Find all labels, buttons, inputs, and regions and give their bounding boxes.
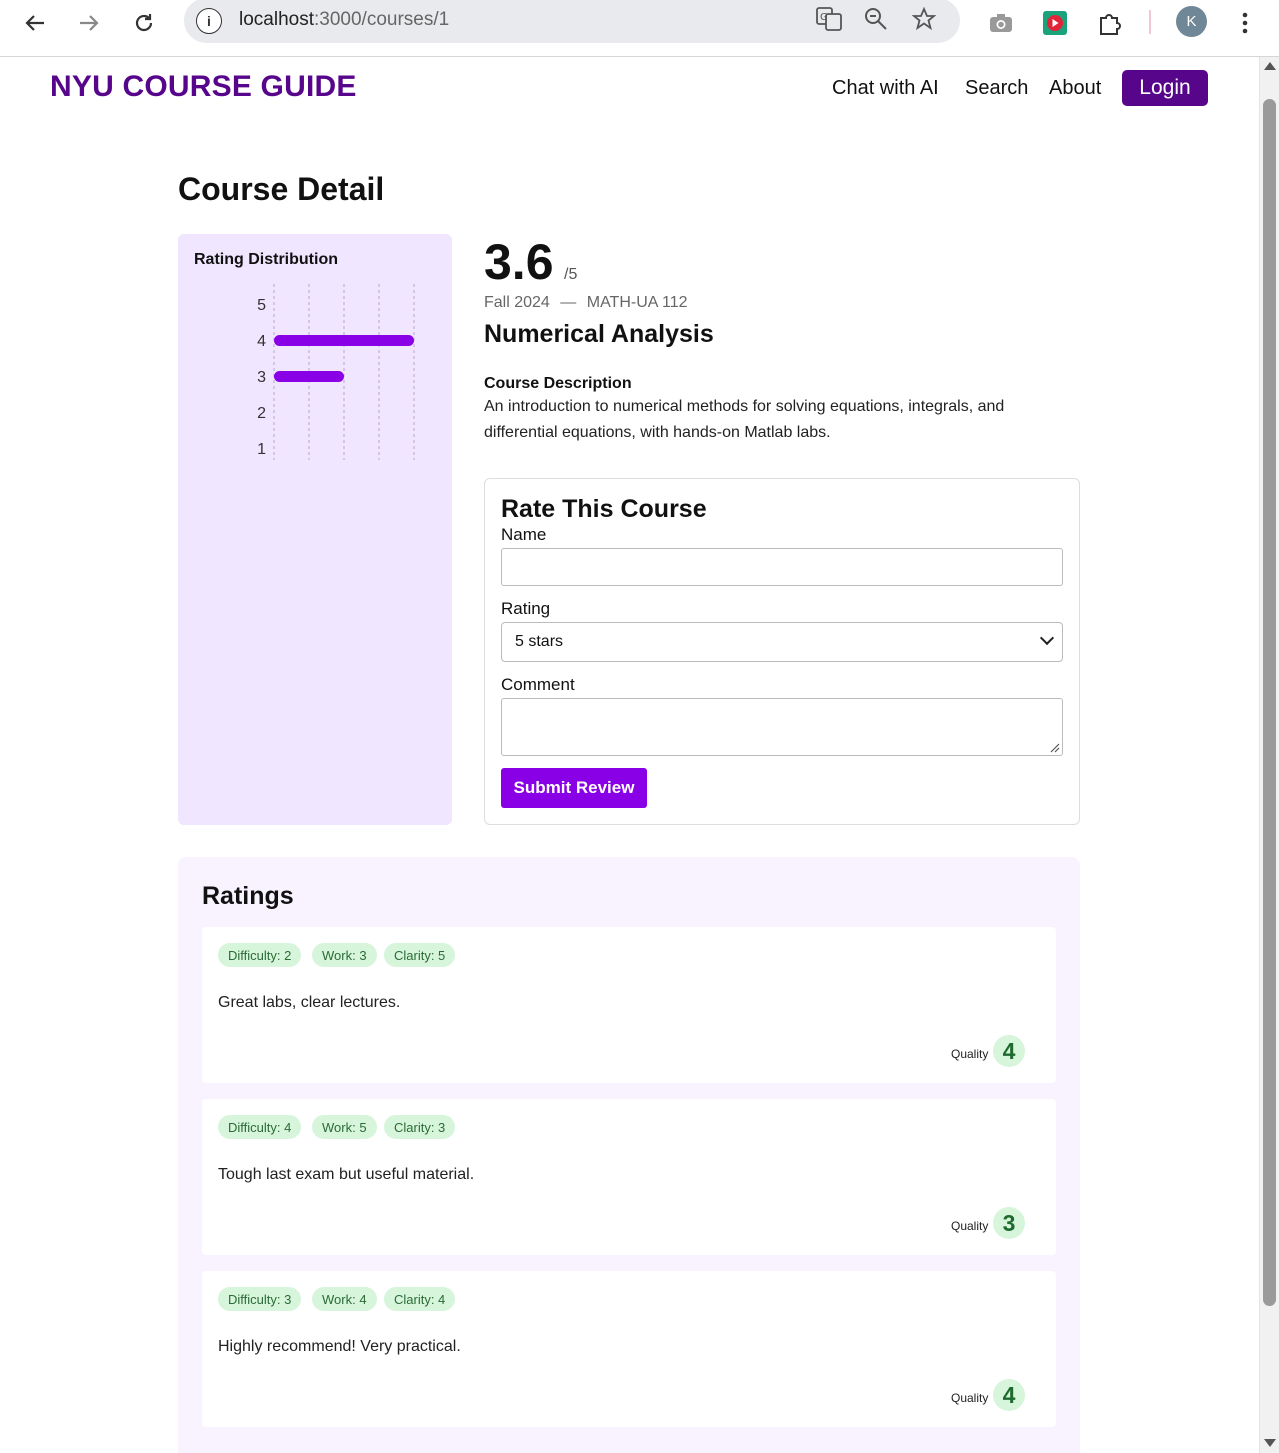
forward-icon[interactable]: [74, 8, 104, 38]
back-icon[interactable]: [20, 8, 50, 38]
quality-label: Quality: [951, 1391, 989, 1405]
clarity-tag: Clarity: 5: [384, 943, 456, 967]
quality-label: Quality: [951, 1047, 989, 1061]
page-title: Course Detail: [178, 171, 385, 207]
name-input[interactable]: [501, 548, 1063, 586]
comment-textarea[interactable]: [501, 698, 1063, 756]
bar: [274, 371, 344, 382]
course-description: An introduction to numerical methods for…: [484, 398, 1005, 441]
tick-label: 5: [257, 297, 266, 314]
toolbar-divider: [1149, 10, 1151, 34]
reload-icon[interactable]: [129, 8, 159, 38]
review-comment: Great labs, clear lectures.: [218, 994, 401, 1011]
name-label: Name: [501, 525, 547, 544]
scroll-up-arrow-icon[interactable]: [1264, 62, 1276, 70]
site-brand[interactable]: NYU COURSE GUIDE: [50, 70, 357, 104]
browser-toolbar: i localhost:3000/courses/1 G K: [0, 0, 1279, 57]
work-tag: Work: 4: [312, 1287, 377, 1311]
course-term: Fall 2024: [484, 294, 550, 311]
rating-label: Rating: [501, 599, 551, 618]
review-card: Difficulty: 2 Work: 3 Clarity: 5 Great l…: [202, 927, 1056, 1083]
quality-score: 4: [993, 1379, 1025, 1411]
rating-distribution-panel: Rating Distribution 5 4 3 2 1: [178, 234, 452, 825]
login-button[interactable]: Login: [1122, 70, 1208, 106]
ratings-section: Ratings Difficulty: 2 Work: 3 Clarity: 5…: [178, 857, 1080, 1453]
resize-grip-icon[interactable]: [1050, 743, 1060, 753]
svg-text:G: G: [820, 12, 828, 23]
quality-label: Quality: [951, 1219, 989, 1233]
rate-form-title: Rate This Course: [501, 495, 707, 523]
meta-separator: —: [560, 294, 577, 311]
page-scrollbar[interactable]: [1259, 57, 1279, 1453]
difficulty-tag: Difficulty: 4: [218, 1115, 302, 1139]
menu-kebab-icon[interactable]: [1230, 8, 1260, 38]
scroll-thumb[interactable]: [1263, 99, 1276, 1306]
site-header: NYU COURSE GUIDE Chat with AI Search Abo…: [0, 57, 1259, 127]
submit-review-button[interactable]: Submit Review: [501, 768, 647, 808]
review-comment: Tough last exam but useful material.: [218, 1166, 475, 1183]
camera-icon[interactable]: [986, 8, 1016, 38]
quality-score: 3: [993, 1207, 1025, 1239]
clarity-tag: Clarity: 3: [384, 1115, 456, 1139]
review-card: Difficulty: 3 Work: 4 Clarity: 4 Highly …: [202, 1271, 1056, 1427]
bar: [274, 335, 414, 346]
quality-score: 4: [993, 1035, 1025, 1067]
rating-distribution-chart: 5 4 3 2 1: [257, 284, 415, 460]
bookmark-star-icon[interactable]: [911, 6, 937, 37]
address-bar[interactable]: i localhost:3000/courses/1 G: [184, 0, 960, 43]
tick-label: 1: [257, 441, 266, 458]
average-rating: 3.6: [484, 234, 554, 290]
clarity-tag: Clarity: 4: [384, 1287, 456, 1311]
review-card: Difficulty: 4 Work: 5 Clarity: 3 Tough l…: [202, 1099, 1056, 1255]
review-comment: Highly recommend! Very practical.: [218, 1338, 461, 1355]
rating-select-value: 5 stars: [515, 633, 564, 650]
tick-label: 4: [257, 333, 266, 350]
tick-label: 2: [257, 405, 266, 422]
course-description-label: Course Description: [484, 375, 632, 392]
extensions-puzzle-icon[interactable]: [1095, 8, 1125, 38]
page-content: NYU COURSE GUIDE Chat with AI Search Abo…: [0, 57, 1259, 1453]
work-tag: Work: 3: [312, 943, 377, 967]
profile-avatar[interactable]: K: [1176, 6, 1207, 37]
course-meta: Fall 2024 — MATH-UA 112: [484, 294, 688, 312]
comment-label: Comment: [501, 675, 575, 694]
work-tag: Work: 5: [312, 1115, 377, 1139]
site-info-icon[interactable]: i: [196, 8, 222, 34]
nav-chat-with-ai[interactable]: Chat with AI: [832, 77, 939, 100]
chevron-down-icon: [1039, 630, 1055, 646]
course-name: Numerical Analysis: [484, 320, 714, 348]
zoom-icon[interactable]: [864, 7, 888, 37]
url-text[interactable]: localhost:3000/courses/1: [239, 9, 449, 31]
nav-search[interactable]: Search: [965, 77, 1028, 100]
course-code: MATH-UA 112: [586, 294, 688, 311]
difficulty-tag: Difficulty: 3: [218, 1287, 302, 1311]
nav-about[interactable]: About: [1049, 77, 1101, 100]
rating-distribution-title: Rating Distribution: [194, 251, 338, 268]
rating-select[interactable]: 5 stars: [501, 622, 1063, 662]
ratings-title: Ratings: [202, 882, 294, 910]
video-extension-icon[interactable]: [1040, 8, 1070, 38]
rating-max: /5: [564, 266, 578, 283]
scroll-down-arrow-icon[interactable]: [1264, 1439, 1276, 1447]
rate-course-form: Rate This Course Name Rating 5 stars Com…: [484, 478, 1080, 825]
translate-icon[interactable]: G: [816, 7, 842, 37]
tick-label: 3: [257, 369, 266, 386]
difficulty-tag: Difficulty: 2: [218, 943, 302, 967]
